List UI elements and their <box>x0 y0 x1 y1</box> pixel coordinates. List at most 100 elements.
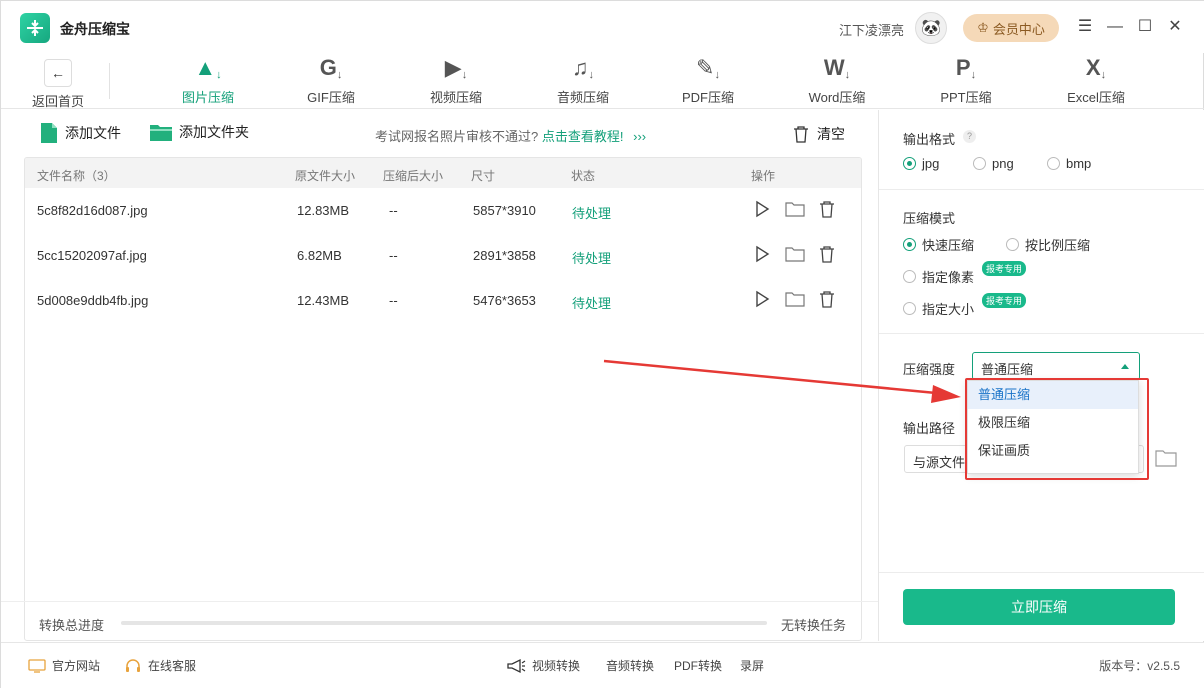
tab-image-compress[interactable]: ▲ ↓ 图片压缩 <box>158 53 258 109</box>
avatar[interactable]: 🐼 <box>915 12 947 44</box>
progress-label: 转换总进度 <box>39 618 105 633</box>
trash-icon[interactable] <box>819 290 835 308</box>
minimize-icon[interactable]: — <box>1107 17 1123 37</box>
tab-gif-compress[interactable]: G ↓ GIF压缩 <box>281 53 381 109</box>
clear-button[interactable]: 清空 <box>793 124 845 144</box>
vip-label: 会员中心 <box>992 21 1045 37</box>
format-png-radio[interactable]: png <box>973 156 1014 171</box>
exam-tag: 报考专用 <box>982 293 1027 308</box>
play-icon[interactable] <box>753 200 771 218</box>
trash-icon[interactable] <box>819 245 835 263</box>
start-compress-button[interactable]: 立即压缩 <box>903 589 1175 625</box>
output-title: 输出路径 <box>903 421 956 436</box>
screen-record-link[interactable]: 录屏 <box>740 657 764 674</box>
headset-icon <box>126 658 140 672</box>
app-logo-icon <box>20 13 50 43</box>
toolbar-divider <box>109 63 110 99</box>
tab-label: PDF压缩 <box>681 90 734 105</box>
file-name: 5d008e9ddb4fb.jpg <box>37 293 149 308</box>
file-panel: 添加文件 添加文件夹 考试网报名照片审核不通过? 点击查看教程! ››› 清空 … <box>1 110 878 641</box>
excel-compress-icon: X ↓ <box>1085 55 1107 81</box>
online-service-link[interactable]: 在线客服 <box>124 657 196 674</box>
dimension: 5857*3910 <box>473 203 536 218</box>
app-name: 金舟压缩宝 <box>60 21 130 37</box>
word-compress-icon: W ↓ <box>823 55 851 81</box>
folder-icon[interactable] <box>785 200 805 218</box>
format-title: 输出格式 <box>903 132 956 147</box>
official-site-link[interactable]: 官方网站 <box>28 657 100 674</box>
pdf-convert-label: PDF转换 <box>674 659 723 673</box>
exam-tag: 报考专用 <box>982 261 1027 276</box>
official-site-label: 官方网站 <box>52 659 101 673</box>
megaphone-icon <box>507 658 526 673</box>
mode-ratio-radio[interactable]: 按比例压缩 <box>1006 235 1090 254</box>
add-folder-label: 添加文件夹 <box>179 124 249 140</box>
table-row[interactable]: 5cc15202097af.jpg 6.82MB -- 2891*3858 待处理 <box>25 233 861 278</box>
strength-select[interactable]: 普通压缩 <box>972 352 1140 380</box>
status-text: 待处理 <box>572 296 612 311</box>
online-service-label: 在线客服 <box>148 659 197 673</box>
crown-icon: ♔ <box>977 20 989 35</box>
tab-audio-compress[interactable]: ♫ ↓ 音频压缩 <box>533 53 633 109</box>
maximize-icon[interactable]: ☐ <box>1137 17 1153 37</box>
mode-size-radio[interactable]: 指定大小 报考专用 <box>903 293 1027 318</box>
vip-center-button[interactable]: ♔ 会员中心 <box>963 14 1059 42</box>
mode-pixel-radio[interactable]: 指定像素 报考专用 <box>903 261 1027 286</box>
audio-convert-link[interactable]: 音频转换 <box>606 657 654 674</box>
tab-video-compress[interactable]: ▶ ↓ 视频压缩 <box>406 53 506 109</box>
folder-icon[interactable] <box>785 245 805 263</box>
pdf-compress-icon: ✎ ↓ <box>696 55 720 81</box>
tab-label: Word压缩 <box>808 90 866 105</box>
mode-fast-radio[interactable]: 快速压缩 <box>903 235 974 254</box>
back-home-button[interactable]: ← 返回首页 <box>23 55 93 110</box>
tab-label: 视频压缩 <box>429 90 482 105</box>
progress-status: 无转换任务 <box>781 618 847 633</box>
table-header: 文件名称（3） 原文件大小 压缩后大小 尺寸 状态 操作 <box>25 158 861 188</box>
menu-icon[interactable]: ☰ <box>1077 17 1093 37</box>
pdf-convert-link[interactable]: PDF转换 <box>674 657 722 674</box>
tab-excel-compress[interactable]: X ↓ Excel压缩 <box>1046 53 1146 109</box>
tab-ppt-compress[interactable]: P ↓ PPT压缩 <box>916 53 1016 109</box>
add-folder-button[interactable]: 添加文件夹 <box>149 122 249 142</box>
format-png-label: png <box>992 156 1014 171</box>
close-icon[interactable]: ✕ <box>1167 17 1183 37</box>
play-icon[interactable] <box>753 290 771 308</box>
settings-panel: 输出格式 ? jpg png bmp 压缩模式 快速压缩 按比例压缩 指定像素报… <box>878 110 1204 641</box>
add-file-button[interactable]: 添加文件 <box>39 122 121 144</box>
row-ops <box>753 245 835 263</box>
after-size: -- <box>389 203 398 218</box>
dimension: 2891*3858 <box>473 248 536 263</box>
divider <box>879 333 1204 334</box>
format-bmp-radio[interactable]: bmp <box>1047 156 1091 171</box>
strength-value: 普通压缩 <box>981 362 1034 377</box>
col-orig-size: 原文件大小 <box>295 169 356 183</box>
tutorial-hint: 考试网报名照片审核不通过? 点击查看教程! ››› <box>375 126 646 145</box>
tutorial-link[interactable]: 点击查看教程! <box>542 129 624 144</box>
video-compress-icon: ▶ ↓ <box>444 55 468 81</box>
tab-pdf-compress[interactable]: ✎ ↓ PDF压缩 <box>658 53 758 109</box>
table-row[interactable]: 5c8f82d16d087.jpg 12.83MB -- 5857*3910 待处理 <box>25 188 861 233</box>
col-after-size: 压缩后大小 <box>383 169 444 183</box>
radio-icon <box>1047 157 1060 170</box>
footer: 官方网站 在线客服 视频转换 音频转换 PDF转换 录屏 版本号：v2.5.5 <box>1 642 1204 689</box>
folder-icon[interactable] <box>785 290 805 308</box>
user-name[interactable]: 江下凌漂亮 <box>839 20 904 39</box>
tab-label: 图片压缩 <box>181 90 234 105</box>
audio-convert-label: 音频转换 <box>606 659 655 673</box>
progress-bar-area: 转换总进度 无转换任务 <box>1 601 878 641</box>
action-bar: 添加文件 添加文件夹 考试网报名照片审核不通过? 点击查看教程! ››› 清空 <box>1 110 878 156</box>
mode-title: 压缩模式 <box>903 211 956 226</box>
table-row[interactable]: 5d008e9ddb4fb.jpg 12.43MB -- 5476*3653 待处理 <box>25 278 861 323</box>
format-jpg-radio[interactable]: jpg <box>903 156 939 171</box>
tab-word-compress[interactable]: W ↓ Word压缩 <box>787 53 887 109</box>
play-icon[interactable] <box>753 245 771 263</box>
radio-icon <box>903 302 916 315</box>
trash-icon[interactable] <box>819 200 835 218</box>
row-ops <box>753 200 835 218</box>
help-icon[interactable]: ? <box>963 130 976 143</box>
video-convert-link[interactable]: 视频转换 <box>506 657 580 674</box>
status-text: 待处理 <box>572 206 612 221</box>
row-ops <box>753 290 835 308</box>
mode-pixel-label: 指定像素 <box>922 270 975 285</box>
browse-folder-icon <box>1155 450 1177 467</box>
